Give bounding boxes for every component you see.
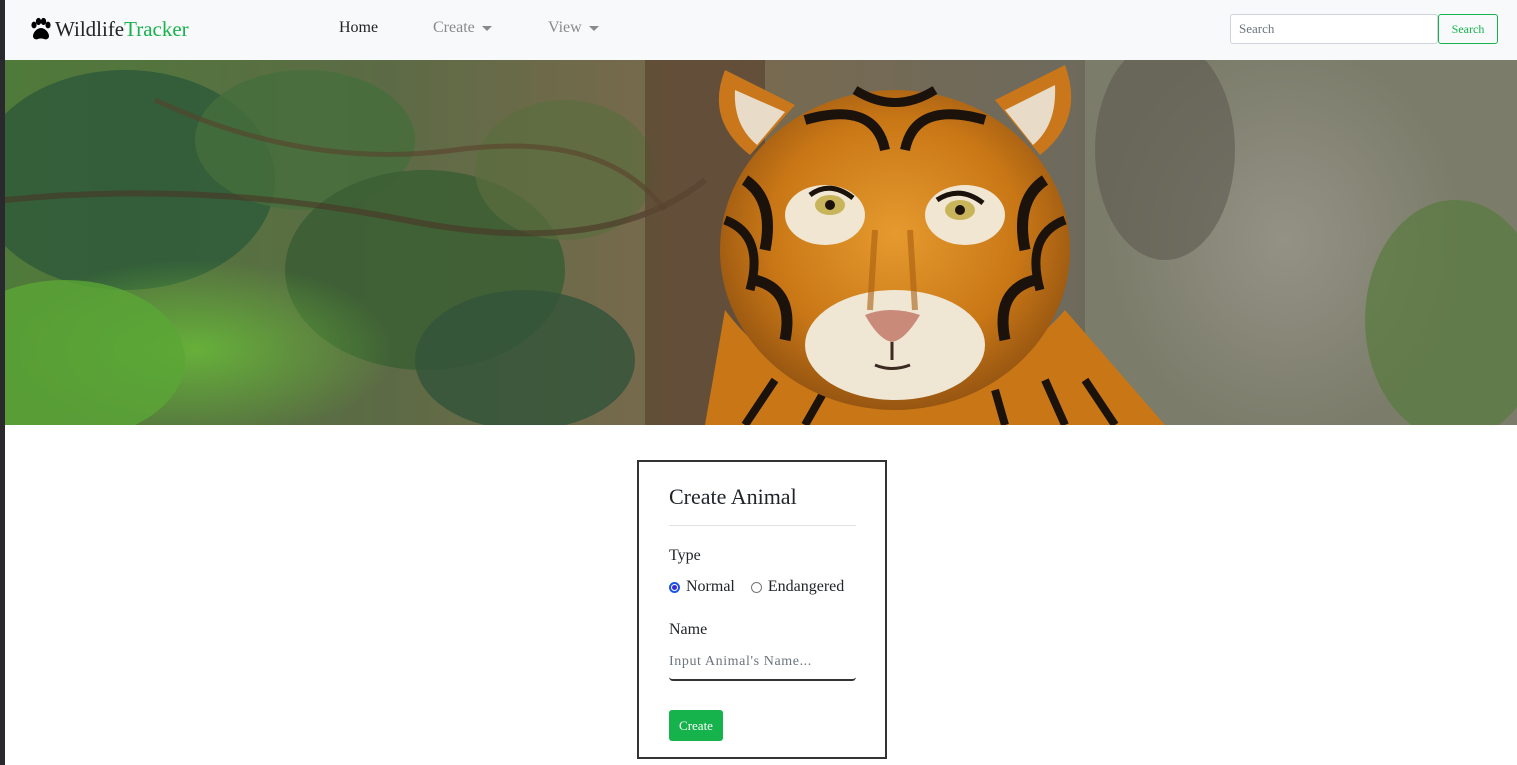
tiger-photo: [5, 60, 1517, 425]
radio-normal[interactable]: [669, 581, 680, 593]
chevron-down-icon: [588, 26, 599, 31]
nav-home-label: Home: [339, 19, 379, 36]
animal-name-input[interactable]: [669, 645, 856, 681]
paw-icon: [31, 17, 51, 40]
nav-view-label: View: [548, 19, 582, 36]
chevron-down-icon: [481, 26, 492, 31]
radio-endangered-label[interactable]: Endangered: [768, 578, 844, 596]
type-radio-group: Normal Endangered: [669, 578, 844, 596]
hero-banner: [5, 60, 1517, 425]
radio-normal-label[interactable]: Normal: [686, 578, 735, 596]
type-label: Type: [669, 547, 701, 564]
page: WildlifeTracker Home Create View Search: [0, 0, 1517, 765]
divider: [669, 525, 856, 526]
search-button[interactable]: Search: [1438, 14, 1498, 44]
form-title: Create Animal: [669, 484, 797, 509]
nav-create-label: Create: [433, 19, 475, 36]
search-input[interactable]: [1230, 14, 1438, 44]
create-animal-form: Create Animal Type Normal Endangered Nam…: [637, 460, 887, 759]
nav-home[interactable]: Home: [339, 19, 378, 37]
navbar: Wildlife Tracker Home Create View Search: [5, 0, 1517, 60]
brand-name-wildlife: Wildlife: [55, 16, 125, 41]
nav-create-dropdown[interactable]: Create: [433, 19, 492, 37]
window-edge: [0, 0, 5, 765]
nav-view-dropdown[interactable]: View: [548, 19, 599, 37]
create-button[interactable]: Create: [669, 710, 723, 741]
name-label: Name: [669, 621, 708, 638]
radio-endangered[interactable]: [750, 581, 762, 593]
brand-link[interactable]: Wildlife Tracker: [27, 14, 189, 44]
brand-name-tracker: Tracker: [124, 16, 189, 41]
